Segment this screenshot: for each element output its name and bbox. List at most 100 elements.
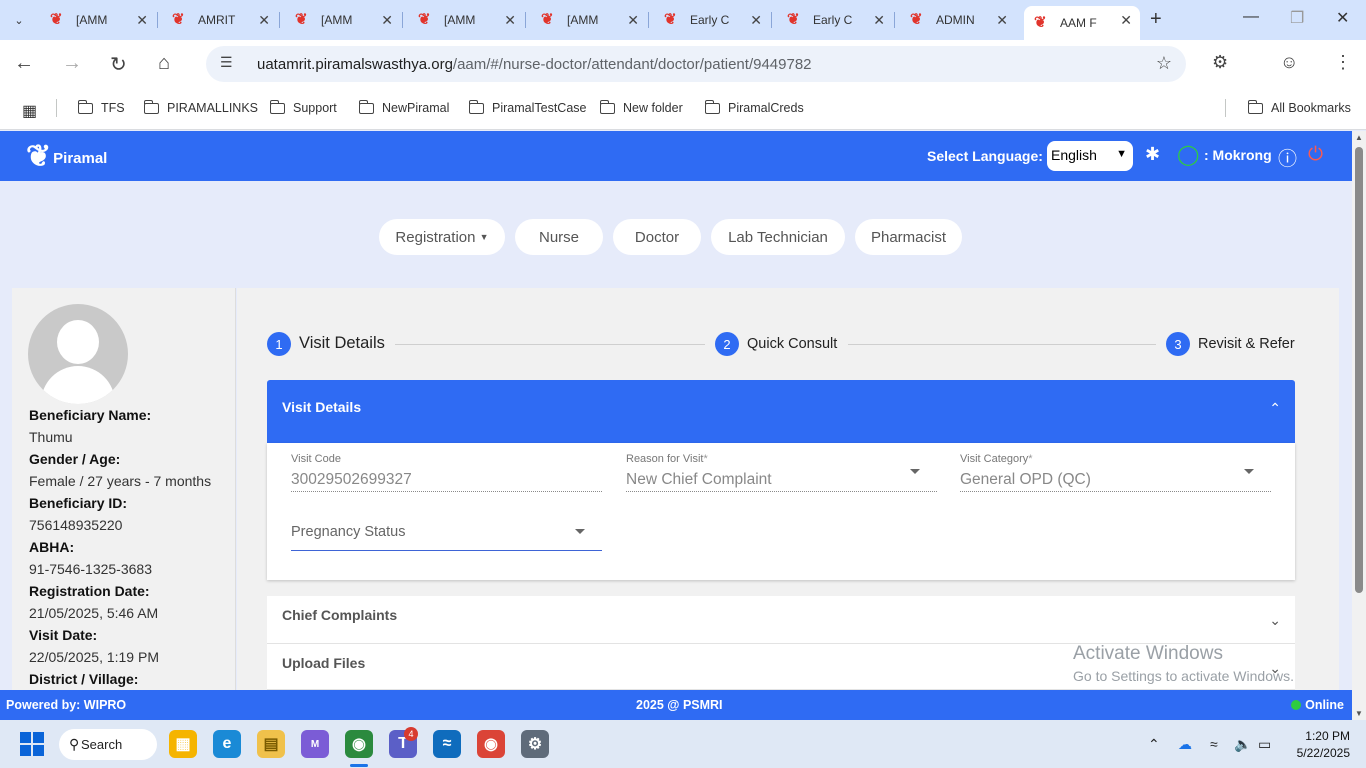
close-tab-icon[interactable]: ✕ xyxy=(258,12,270,29)
address-bar[interactable]: ☰ uatamrit.piramalswasthya.org/aam/#/nur… xyxy=(206,46,1186,82)
m365-copilot-icon[interactable]: M xyxy=(301,730,329,758)
close-window-icon[interactable]: ✕ xyxy=(1336,8,1349,28)
wifi-icon[interactable]: ≈ xyxy=(1210,736,1218,752)
zoho-app-icon[interactable]: ≈ xyxy=(433,730,461,758)
all-bookmarks[interactable]: All Bookmarks xyxy=(1247,99,1351,115)
url-text[interactable]: uatamrit.piramalswasthya.org/aam/#/nurse… xyxy=(257,56,812,73)
step-3-badge[interactable]: 3 xyxy=(1166,332,1190,356)
tray-chevron-up-icon[interactable]: ⌃ xyxy=(1148,736,1160,753)
logout-power-icon[interactable]: ⏻ xyxy=(1308,144,1323,166)
profile-icon[interactable]: ☺ xyxy=(1280,52,1298,73)
folder-icon xyxy=(269,99,285,114)
browser-tab[interactable]: ❦ AMRIT ✕ xyxy=(162,6,280,34)
visit-details-title: Visit Details xyxy=(282,399,362,415)
extensions-icon[interactable]: ⚙ xyxy=(1212,52,1228,73)
step-revisit-refer[interactable]: Revisit & Refer xyxy=(1198,336,1295,352)
browser-tab[interactable]: ❦ [AMM ✕ xyxy=(531,6,649,34)
user-icon[interactable]: ◯ xyxy=(1177,142,1199,167)
restore-icon[interactable]: ❐ xyxy=(1290,8,1304,28)
folder-icon xyxy=(143,99,159,114)
close-tab-icon[interactable]: ✕ xyxy=(381,12,393,29)
help-icon[interactable]: ⓘ xyxy=(1278,144,1297,171)
menu-kebab-icon[interactable]: ⋮ xyxy=(1334,52,1352,73)
home-icon[interactable]: ⌂ xyxy=(158,52,170,75)
scroll-down-icon[interactable]: ▼ xyxy=(1355,709,1363,718)
bookmark-folder[interactable]: NewPiramal xyxy=(358,99,449,115)
folder-icon xyxy=(704,99,720,114)
browser-tab-active[interactable]: ❦ AAM F ✕ xyxy=(1024,6,1140,40)
bookmark-star-icon[interactable]: ☆ xyxy=(1156,53,1172,74)
bookmark-folder[interactable]: PIRAMALLINKS xyxy=(143,99,258,115)
scroll-up-icon[interactable]: ▲ xyxy=(1355,133,1363,142)
visit-category-select[interactable]: General OPD (QC) xyxy=(960,471,1091,489)
nurse-button[interactable]: Nurse xyxy=(515,219,603,255)
dropdown-arrow-icon[interactable] xyxy=(910,469,920,474)
tab-search-chevron-icon[interactable]: ⌄ xyxy=(6,8,32,32)
chevron-down-icon[interactable]: ⌄ xyxy=(1269,612,1281,629)
close-tab-icon[interactable]: ✕ xyxy=(873,12,885,29)
close-tab-icon[interactable]: ✕ xyxy=(750,12,762,29)
edge-icon[interactable]: e xyxy=(213,730,241,758)
bookmark-folder[interactable]: PiramalCreds xyxy=(704,99,804,115)
step-1-badge[interactable]: 1 xyxy=(267,332,291,356)
browser-tab[interactable]: ❦ ADMIN ✕ xyxy=(900,6,1016,34)
lab-technician-button[interactable]: Lab Technician xyxy=(711,219,845,255)
dropdown-arrow-icon[interactable] xyxy=(1244,469,1254,474)
registration-date: 21/05/2025, 5:46 AM xyxy=(29,605,159,621)
piramal-favicon-icon: ❦ xyxy=(664,11,677,28)
minimize-icon[interactable]: — xyxy=(1243,8,1259,26)
scrollbar-thumb[interactable] xyxy=(1355,147,1363,593)
volume-icon[interactable]: 🔈 xyxy=(1234,736,1251,753)
close-tab-icon[interactable]: ✕ xyxy=(627,12,639,29)
chrome-profile-icon[interactable]: ◉ xyxy=(477,730,505,758)
bookmark-folder[interactable]: New folder xyxy=(599,99,683,115)
back-arrow-icon[interactable]: ← xyxy=(14,52,34,75)
browser-tab[interactable]: ❦ Early C ✕ xyxy=(654,6,772,34)
store-icon[interactable]: ▦ xyxy=(169,730,197,758)
apps-grid-icon[interactable]: ▦ xyxy=(22,101,37,121)
close-tab-icon[interactable]: ✕ xyxy=(136,12,148,29)
battery-icon[interactable]: ▭ xyxy=(1258,736,1271,753)
browser-tab[interactable]: ❦ [AMM ✕ xyxy=(408,6,526,34)
new-tab-button[interactable]: + xyxy=(1150,8,1162,31)
dropdown-arrow-icon[interactable] xyxy=(575,529,585,534)
close-tab-icon[interactable]: ✕ xyxy=(504,12,516,29)
chrome-icon[interactable]: ◉ xyxy=(345,730,373,758)
system-clock[interactable]: 1:20 PM 5/22/2025 xyxy=(1292,729,1350,760)
browser-tab[interactable]: ❦ [AMM ✕ xyxy=(285,6,403,34)
browser-tab[interactable]: ❦ Early C ✕ xyxy=(777,6,895,34)
browser-tab[interactable]: ❦ [AMM ✕ xyxy=(40,6,158,34)
doctor-button[interactable]: Doctor xyxy=(613,219,701,255)
windows-start-icon[interactable] xyxy=(20,732,44,756)
file-explorer-icon[interactable]: ▤ xyxy=(257,730,285,758)
pharmacist-button[interactable]: Pharmacist xyxy=(855,219,962,255)
settings-gear-icon[interactable]: ⚙ xyxy=(521,730,549,758)
page-scrollbar[interactable]: ▲ ▼ xyxy=(1352,131,1366,720)
close-tab-icon[interactable]: ✕ xyxy=(1120,12,1132,29)
step-visit-details[interactable]: Visit Details xyxy=(299,334,385,353)
step-2-badge[interactable]: 2 xyxy=(715,332,739,356)
bookmark-folder[interactable]: Support xyxy=(269,99,337,115)
reason-for-visit-select[interactable]: New Chief Complaint xyxy=(626,471,772,489)
step-quick-consult[interactable]: Quick Consult xyxy=(747,336,837,352)
forward-arrow-icon[interactable]: → xyxy=(62,52,82,75)
chief-complaints-accordion[interactable]: Chief Complaints ⌄ xyxy=(267,596,1295,644)
reload-icon[interactable]: ↻ xyxy=(110,52,127,77)
bookmark-folder[interactable]: TFS xyxy=(77,99,125,115)
pregnancy-status-select[interactable]: Pregnancy Status xyxy=(291,524,405,540)
taskbar-search[interactable]: ⚲ Search xyxy=(59,729,157,760)
chevron-up-icon[interactable]: ⌃ xyxy=(1269,400,1281,417)
folder-icon xyxy=(77,99,93,114)
onedrive-icon[interactable]: ☁ xyxy=(1178,736,1192,753)
piramal-favicon-icon: ❦ xyxy=(418,11,431,28)
bluetooth-icon[interactable]: ✱ xyxy=(1145,144,1160,165)
bookmark-folder[interactable]: PiramalTestCase xyxy=(468,99,586,115)
site-settings-icon[interactable]: ☰ xyxy=(220,54,233,71)
piramal-logo-icon: ❦ xyxy=(26,140,52,173)
piramal-favicon-icon: ❦ xyxy=(172,11,185,28)
language-select[interactable]: English ▼ xyxy=(1047,141,1133,171)
tab-label: [AMM xyxy=(76,13,108,27)
close-tab-icon[interactable]: ✕ xyxy=(996,12,1008,29)
registration-menu-button[interactable]: Registration ▼ xyxy=(379,219,505,255)
visit-details-header[interactable]: Visit Details ⌃ xyxy=(267,380,1295,443)
